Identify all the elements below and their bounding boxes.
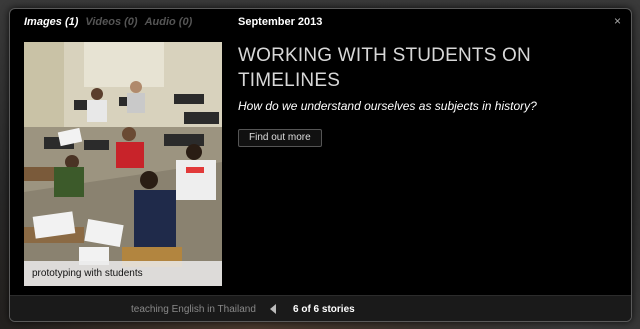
previous-story-link[interactable]: teaching English in Thailand xyxy=(131,304,256,315)
story-counter: 6 of 6 stories xyxy=(293,304,355,315)
find-out-more-button[interactable]: Find out more xyxy=(238,129,322,147)
modal-topbar: Images (1) Videos (0) Audio (0) Septembe… xyxy=(10,9,631,35)
story-subtitle: How do we understand ourselves as subjec… xyxy=(238,99,537,113)
tab-audio[interactable]: Audio (0) xyxy=(145,16,193,28)
story-photo[interactable]: prototyping with students xyxy=(24,42,222,286)
tab-images[interactable]: Images (1) xyxy=(24,16,78,28)
story-title: WORKING WITH STUDENTS ON TIMELINES xyxy=(238,45,531,91)
story-date: September 2013 xyxy=(238,16,323,28)
close-icon[interactable]: × xyxy=(614,14,621,28)
story-navigation-bar: teaching English in Thailand 6 of 6 stor… xyxy=(10,295,631,321)
photo-caption: prototyping with students xyxy=(24,261,222,286)
story-modal: Images (1) Videos (0) Audio (0) Septembe… xyxy=(9,8,632,322)
media-tabs: Images (1) Videos (0) Audio (0) xyxy=(24,16,192,28)
classroom-photo-image xyxy=(24,42,222,286)
tab-videos[interactable]: Videos (0) xyxy=(85,16,137,28)
previous-arrow-icon[interactable] xyxy=(270,304,276,314)
